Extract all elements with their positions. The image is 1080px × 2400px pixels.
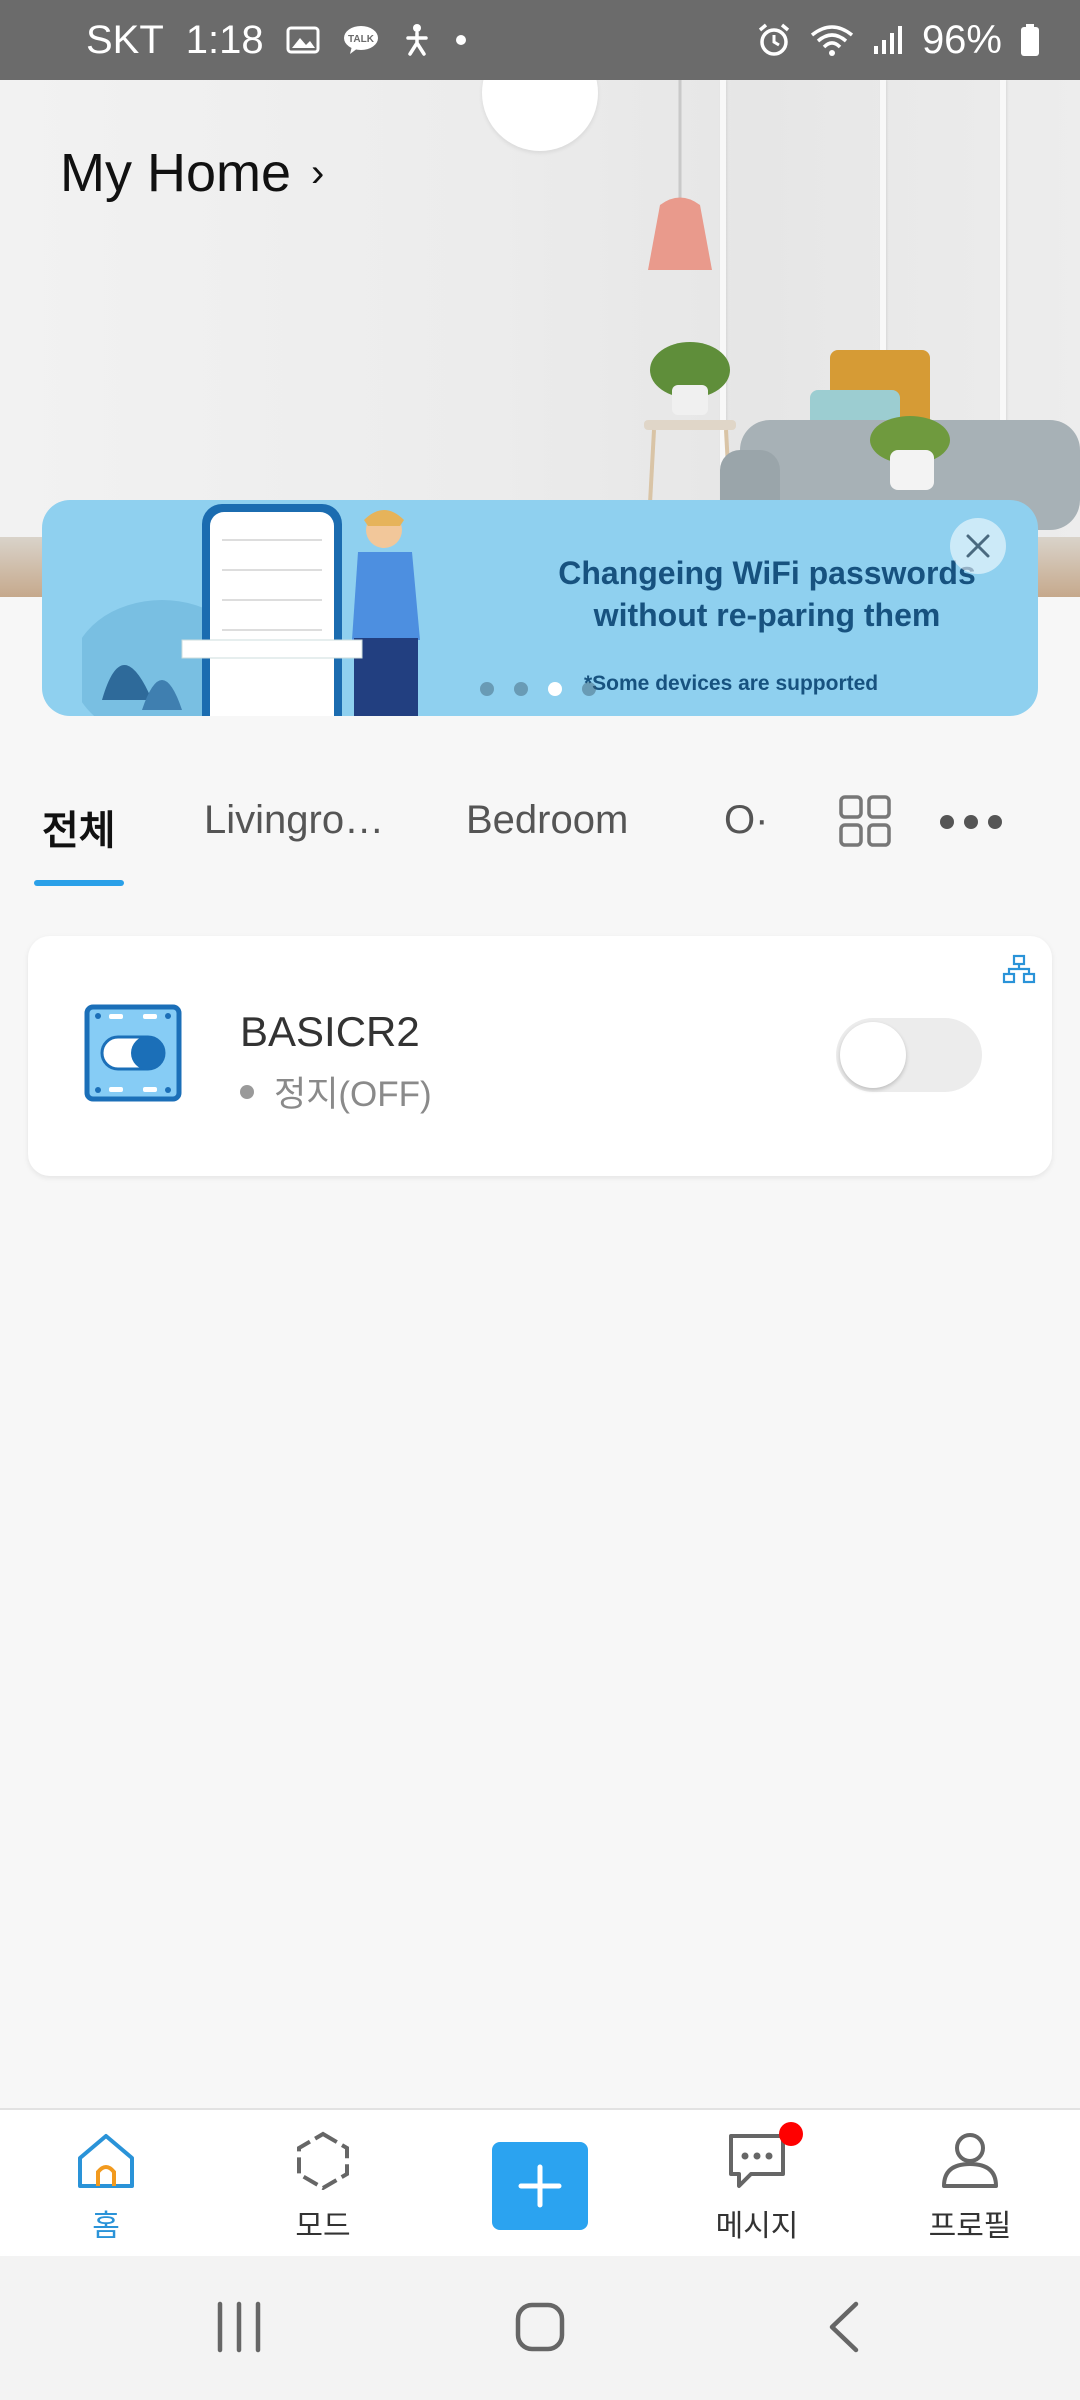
tab-bedroom[interactable]: Bedroom [466,798,628,843]
device-status-text: 정지(OFF) [274,1075,432,1114]
nav-label-profile: 프로필 [928,2210,1012,2243]
banner-line-2: without re-paring them [593,597,941,633]
dot-icon [455,35,466,45]
device-status: 정지(OFF) [240,1066,432,1117]
image-icon [286,26,320,54]
accessibility-icon [405,24,428,56]
alarm-icon [758,23,790,56]
camera-cutout [482,80,598,151]
nav-label-message: 메시지 [715,2210,799,2243]
home-name: My Home [60,143,292,203]
battery-icon [1021,24,1039,56]
device-card[interactable]: BASICR2 정지(OFF) [28,936,1052,1176]
add-icon [518,2164,562,2208]
system-navigation-bar [0,2256,1080,2400]
page-dot [582,682,596,696]
recent-apps-icon[interactable] [214,2300,264,2354]
room-tabs: 전체 Livingro… Bedroom O· [0,780,1080,890]
battery-percent: 96% [921,17,1002,62]
chevron-right-icon: › [311,150,325,195]
promo-banner[interactable]: Changeing WiFi passwords without re-pari… [42,500,1038,716]
signal-icon [873,26,902,54]
banner-line-1: Changeing WiFi passwords [558,555,976,591]
phone-person-illustration [82,504,420,716]
active-tab-indicator [34,880,124,886]
switch-device-icon [84,1004,182,1102]
wifi-icon [810,25,854,56]
banner-headline: Changeing WiFi passwords without re-pari… [512,552,1022,636]
device-power-toggle[interactable] [836,1018,982,1092]
close-icon [966,534,990,558]
home-selector[interactable]: My Home › [60,142,324,204]
add-device-button[interactable] [492,2142,588,2230]
nav-profile[interactable]: 프로필 [890,2130,1050,2245]
page-dot-active [548,682,562,696]
clock-time: 1:18 [185,17,264,62]
nav-label-mode: 모드 [295,2210,351,2243]
back-icon[interactable] [826,2300,862,2354]
banner-close-button[interactable] [950,518,1006,574]
kakaotalk-icon: TALK [343,26,378,54]
tab-other[interactable]: O· [724,798,768,843]
status-bar: SKT 1:18 TALK 96% [0,0,1080,80]
banner-note: *Some devices are supported [584,672,879,695]
nav-label-home: 홈 [92,2210,120,2243]
tab-all[interactable]: 전체 [42,798,116,856]
carrier-label: SKT [86,17,164,62]
toggle-knob [840,1022,906,1088]
grid-view-icon[interactable] [838,794,892,848]
mode-icon [297,2131,349,2191]
profile-icon [942,2133,998,2188]
status-dot [240,1084,254,1099]
home-circle-icon[interactable] [514,2300,566,2354]
page-dot [514,682,528,696]
page-dot [480,682,494,696]
banner-page-indicator [480,682,596,696]
device-name: BASICR2 [240,1008,420,1055]
network-topology-icon [1002,954,1036,984]
pendant-lamp-illustration [648,80,712,270]
message-badge [779,2122,803,2146]
home-icon [78,2134,134,2188]
svg-text:TALK: TALK [348,34,375,45]
nav-home[interactable]: 홈 [26,2130,186,2245]
bottom-navigation: 홈 모드 메시지 프로필 [0,2108,1080,2256]
nav-mode[interactable]: 모드 [243,2130,403,2245]
nav-message[interactable]: 메시지 [677,2122,837,2245]
more-icon[interactable] [938,812,1004,832]
tab-livingroom[interactable]: Livingro… [204,798,384,843]
